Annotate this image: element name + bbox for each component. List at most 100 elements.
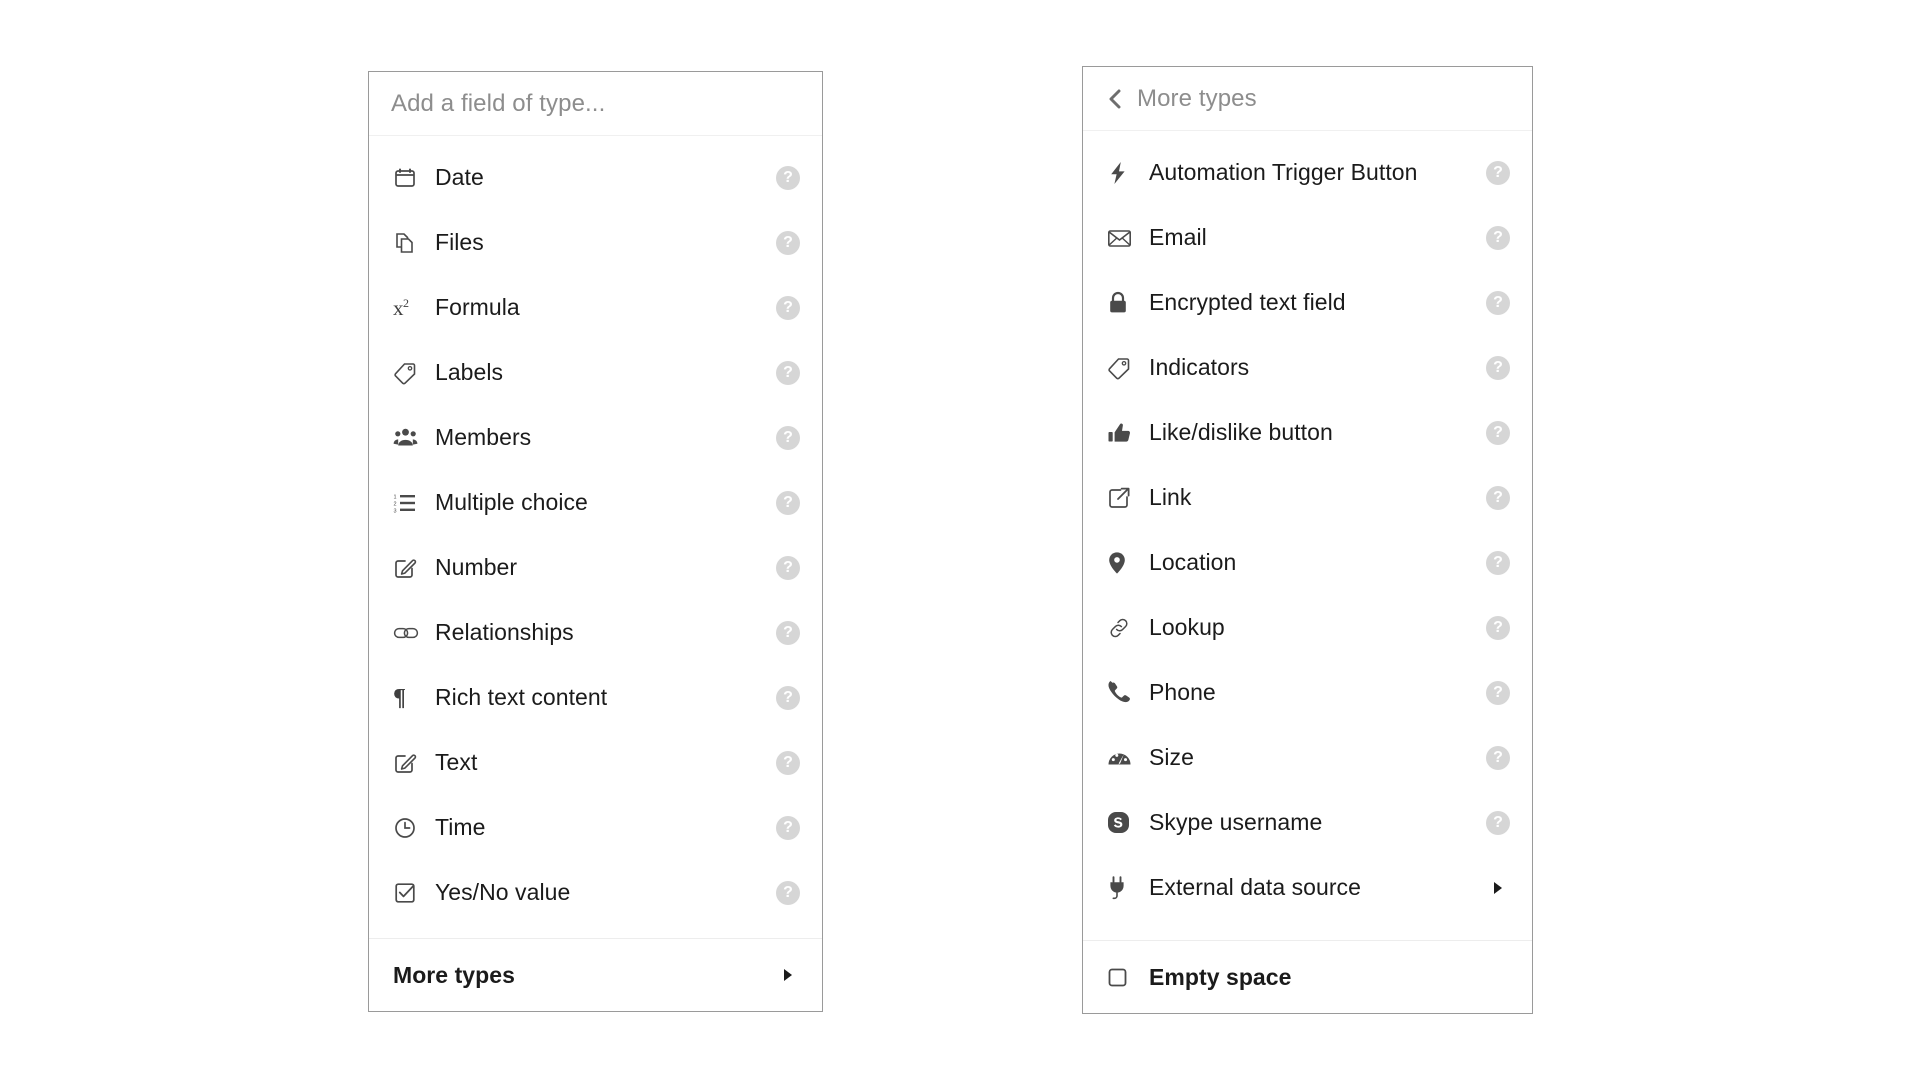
menu-item-link[interactable]: Link?: [1083, 465, 1532, 530]
skype-icon: [1107, 811, 1137, 834]
menu-item-lookup[interactable]: Lookup?: [1083, 595, 1532, 660]
help-icon[interactable]: ?: [1486, 550, 1510, 575]
menu-item-label: Size: [1149, 744, 1194, 770]
triangle-right-icon: [776, 963, 800, 987]
pencil-square-icon: [393, 556, 423, 580]
menu-item-date[interactable]: Date?: [369, 145, 822, 210]
menu-item-label: Automation Trigger Button: [1149, 159, 1418, 185]
menu-item-empty-space[interactable]: Empty space: [1083, 941, 1532, 1013]
menu-item-label: Skype username: [1149, 809, 1323, 835]
help-icon[interactable]: ?: [776, 360, 800, 385]
help-icon[interactable]: ?: [1486, 225, 1510, 250]
help-icon[interactable]: ?: [776, 230, 800, 255]
menu-item-files[interactable]: Files?: [369, 210, 822, 275]
menu-item-multiple-choice[interactable]: 1 2 3 Multiple choice?: [369, 470, 822, 535]
svg-text:3: 3: [394, 508, 397, 514]
more-types-header[interactable]: More types: [1083, 67, 1532, 131]
menu-item-yes-no-value[interactable]: Yes/No value?: [369, 860, 822, 925]
menu-item-label: Like/dislike button: [1149, 419, 1333, 445]
envelope-icon: [1107, 227, 1137, 249]
menu-item-text[interactable]: Text?: [369, 730, 822, 795]
menu-item-label: Multiple choice: [435, 489, 588, 515]
help-icon[interactable]: ?: [776, 880, 800, 905]
svg-text:2: 2: [394, 501, 397, 507]
menu-item-phone[interactable]: Phone?: [1083, 660, 1532, 725]
help-icon[interactable]: ?: [776, 555, 800, 580]
help-icon[interactable]: ?: [776, 165, 800, 190]
help-icon[interactable]: ?: [776, 815, 800, 840]
menu-item-like-dislike-button[interactable]: Like/dislike button?: [1083, 400, 1532, 465]
menu-item-relationships[interactable]: Relationships?: [369, 600, 822, 665]
numbered-list-icon: 123: [393, 491, 423, 515]
phone-icon: [1107, 681, 1137, 704]
help-icon[interactable]: ?: [1486, 615, 1510, 640]
checkbox-checked-icon: [393, 881, 423, 905]
help-icon[interactable]: ?: [1486, 355, 1510, 380]
help-icon[interactable]: ?: [776, 295, 800, 320]
menu-item-label: Email: [1149, 224, 1207, 250]
help-icon[interactable]: ?: [776, 750, 800, 775]
menu-item-indicators[interactable]: Indicators?: [1083, 335, 1532, 400]
screen: Add a field of type... Date? Files? x2 Form…: [0, 0, 1920, 1080]
help-icon[interactable]: ?: [776, 620, 800, 645]
menu-item-label: Files: [435, 229, 484, 255]
triangle-right-icon: [1486, 876, 1510, 900]
menu-item-label: Formula: [435, 294, 520, 320]
help-icon[interactable]: ?: [1486, 290, 1510, 315]
menu-item-label: Lookup: [1149, 614, 1225, 640]
gauge-icon: [1107, 747, 1137, 769]
more-types-label: More types: [393, 961, 515, 988]
menu-item-label: Yes/No value: [435, 879, 571, 905]
menu-item-label: Number: [435, 554, 518, 580]
plug-icon: [1107, 875, 1137, 900]
menu-item-more-types[interactable]: More types: [369, 939, 822, 1011]
more-types-menu: More types Automation Trigger Button? Ema…: [1082, 66, 1533, 1014]
more-types-list: Automation Trigger Button? Email? Encrypte…: [1083, 131, 1532, 934]
field-type-list: Date? Files? x2 Formula? Labels? Members? 1 2 3 M…: [369, 136, 822, 932]
menu-item-skype-username[interactable]: Skype username?: [1083, 790, 1532, 855]
help-icon[interactable]: ?: [1486, 485, 1510, 510]
map-pin-icon: [1107, 551, 1137, 575]
menu-item-size[interactable]: Size?: [1083, 725, 1532, 790]
add-field-search-header[interactable]: Add a field of type...: [369, 72, 822, 136]
thumbs-up-icon: [1107, 421, 1137, 445]
menu-item-label: Labels: [435, 359, 504, 385]
menu-item-label: Date: [435, 164, 484, 190]
files-icon: [393, 231, 423, 255]
external-link-icon: [1107, 486, 1137, 510]
help-icon[interactable]: ?: [1486, 810, 1510, 835]
tag-icon: [393, 361, 423, 385]
more-types-title: More types: [1137, 84, 1257, 112]
menu-item-external-data-source[interactable]: External data source: [1083, 855, 1532, 920]
menu-item-label: Time: [435, 814, 486, 840]
help-icon[interactable]: ?: [1486, 745, 1510, 770]
help-icon[interactable]: ?: [776, 425, 800, 450]
menu-item-label: Members: [435, 424, 532, 450]
row-trailing-spacer: [1486, 965, 1510, 989]
menu-item-members[interactable]: Members?: [369, 405, 822, 470]
lightning-bolt-icon: [1107, 161, 1137, 185]
help-icon[interactable]: ?: [776, 490, 800, 515]
menu-item-label: Location: [1149, 549, 1237, 575]
menu-item-formula[interactable]: x2 Formula?: [369, 275, 822, 340]
menu-item-location[interactable]: Location?: [1083, 530, 1532, 595]
help-icon[interactable]: ?: [1486, 420, 1510, 445]
pencil-square-icon: [393, 751, 423, 775]
empty-square-icon: [1107, 966, 1137, 988]
menu-item-rich-text-content[interactable]: ¶ Rich text content?: [369, 665, 822, 730]
help-icon[interactable]: ?: [776, 685, 800, 710]
add-field-placeholder: Add a field of type...: [391, 89, 606, 117]
menu-item-time[interactable]: Time?: [369, 795, 822, 860]
empty-space-label: Empty space: [1149, 963, 1292, 990]
people-group-icon: [393, 426, 423, 450]
chevron-left-icon[interactable]: [1105, 89, 1125, 109]
menu-item-encrypted-text-field[interactable]: Encrypted text field?: [1083, 270, 1532, 335]
menu-item-email[interactable]: Email?: [1083, 205, 1532, 270]
menu-item-number[interactable]: Number?: [369, 535, 822, 600]
menu-item-labels[interactable]: Labels?: [369, 340, 822, 405]
menu-item-automation-trigger-button[interactable]: Automation Trigger Button?: [1083, 140, 1532, 205]
help-icon[interactable]: ?: [1486, 160, 1510, 185]
help-icon[interactable]: ?: [1486, 680, 1510, 705]
pilcrow-icon: ¶: [393, 684, 406, 711]
menu-item-label: Relationships: [435, 619, 574, 645]
